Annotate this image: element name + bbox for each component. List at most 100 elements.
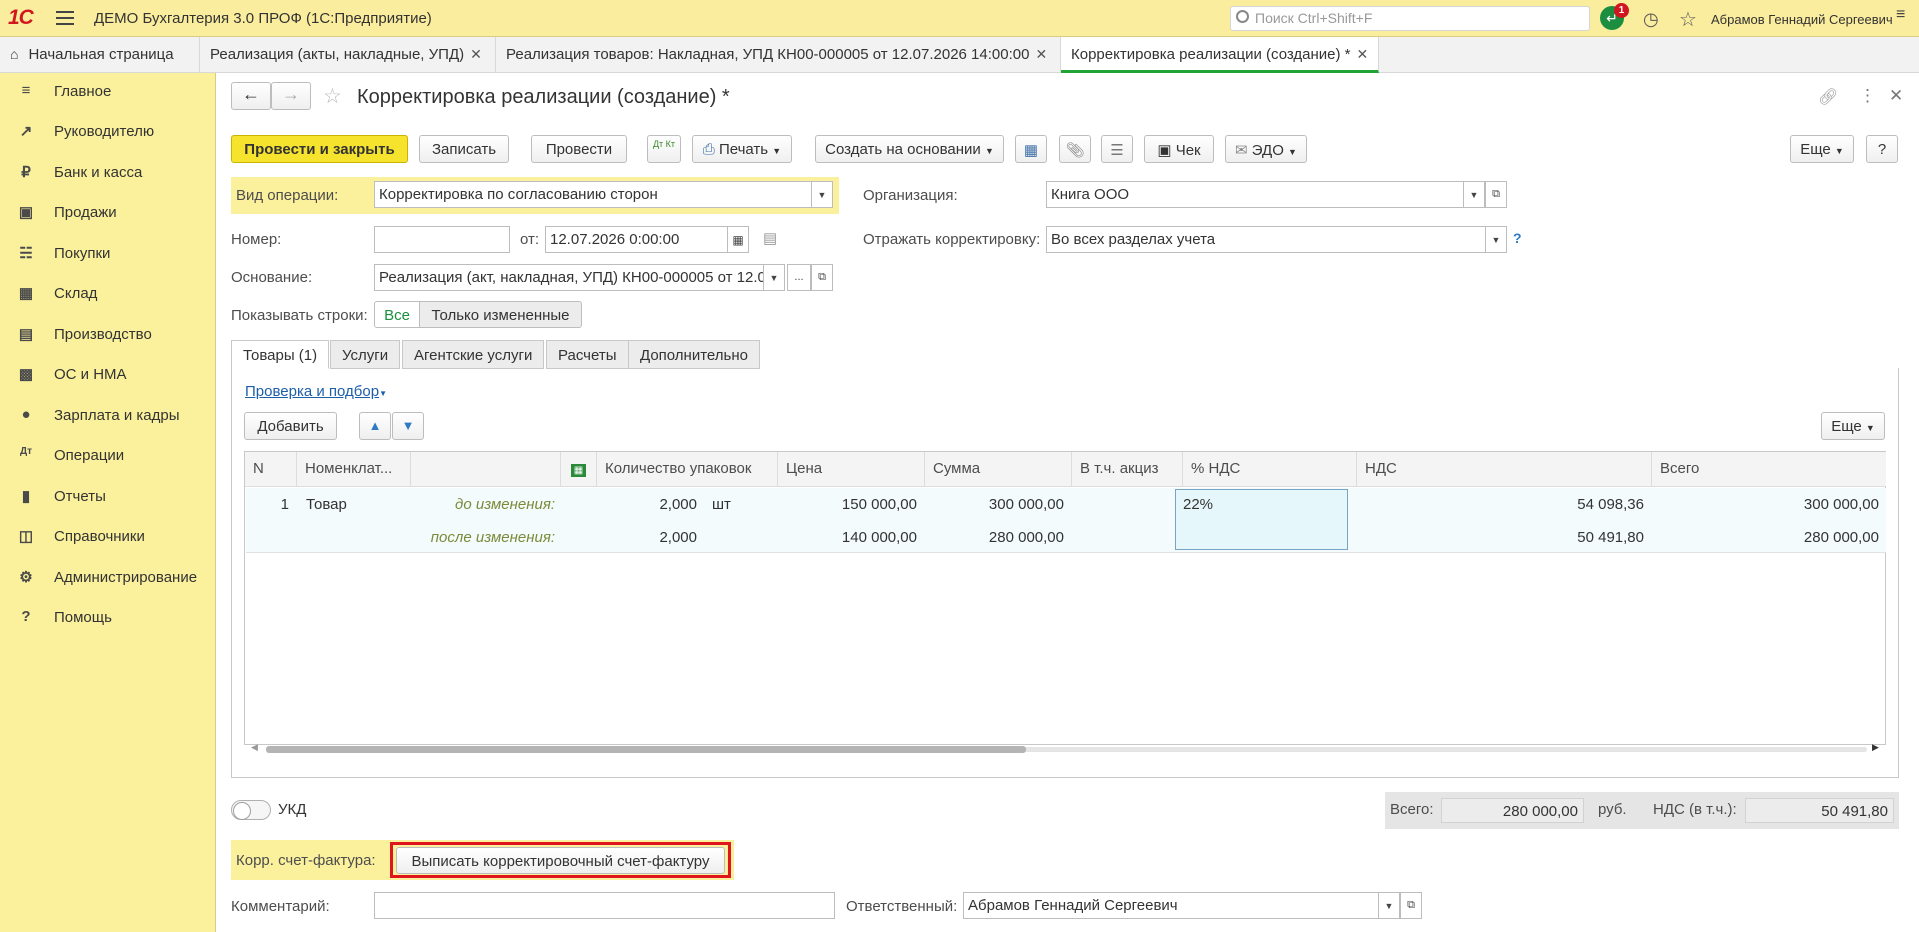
sidebar-item-salary[interactable]: ● Зарплата и кадры	[0, 398, 216, 432]
comment-field[interactable]	[374, 892, 835, 919]
vat-rate-value[interactable]: 22%	[1183, 496, 1213, 513]
column-header-vat[interactable]: НДС	[1357, 452, 1652, 487]
tab-additional[interactable]: Дополнительно	[628, 340, 760, 369]
forward-button[interactable]: →	[271, 82, 311, 110]
sidebar-item-manager[interactable]: ↗ Руководителю	[0, 114, 216, 148]
qty-before[interactable]: 2,000	[597, 496, 697, 513]
scrollbar-thumb[interactable]	[266, 746, 1026, 753]
dt-kt-button[interactable]: Дт Кт	[647, 135, 681, 163]
chevron-down-icon[interactable]: ▼	[1485, 226, 1507, 253]
price-before[interactable]: 150 000,00	[778, 496, 917, 513]
save-button[interactable]: Записать	[419, 135, 509, 163]
main-menu-icon[interactable]	[56, 11, 74, 25]
print-button[interactable]: ⎙ Печать ▼	[692, 135, 792, 163]
more-vertical-icon[interactable]: ⋮	[1859, 86, 1876, 106]
close-icon[interactable]: ✕	[1889, 86, 1903, 106]
sum-before[interactable]: 300 000,00	[925, 496, 1064, 513]
current-user[interactable]: Абрамов Геннадий Сергеевич	[1711, 12, 1893, 27]
favorites-star-icon[interactable]: ☆	[1679, 7, 1697, 32]
check-and-select-link[interactable]: Проверка и подбор▼	[245, 383, 387, 400]
document-list-button[interactable]: ☰	[1101, 135, 1133, 163]
select-ellipsis-button[interactable]: ...	[787, 264, 811, 291]
search-input[interactable]: Поиск Ctrl+Shift+F	[1230, 6, 1590, 31]
column-header-price[interactable]: Цена	[778, 452, 925, 487]
tab-settlements[interactable]: Расчеты	[546, 340, 629, 369]
responsible-field[interactable]: Абрамов Геннадий Сергеевич	[963, 892, 1379, 919]
tab-services[interactable]: Услуги	[330, 340, 401, 369]
scroll-right-icon[interactable]: ▶	[1872, 742, 1879, 753]
sidebar-item-purchases[interactable]: ☵ Покупки	[0, 236, 216, 270]
calendar-icon[interactable]: ▦	[727, 226, 749, 253]
receipt-button[interactable]: ▣ Чек	[1144, 135, 1214, 163]
chevron-down-icon[interactable]: ▼	[763, 264, 785, 291]
sidebar-item-bank[interactable]: ₽ Банк и касса	[0, 155, 216, 189]
column-header-total[interactable]: Всего	[1652, 452, 1886, 487]
help-question-icon[interactable]: ?	[1513, 230, 1522, 246]
grid-more-button[interactable]: Еще ▼	[1821, 412, 1885, 440]
open-icon[interactable]: ⧉	[811, 264, 833, 291]
tab-goods[interactable]: Товары (1)	[231, 340, 330, 369]
tab-sales-document[interactable]: Реализация товаров: Накладная, УПД КН00-…	[496, 37, 1061, 73]
tab-correction[interactable]: Корректировка реализации (создание) * ✕	[1061, 37, 1379, 73]
column-header-item[interactable]: Номенклат...	[297, 452, 411, 487]
number-field[interactable]	[374, 226, 510, 253]
sidebar-item-assets[interactable]: ▩ ОС и НМА	[0, 357, 216, 391]
reflect-correction-field[interactable]: Во всех разделах учета	[1046, 226, 1486, 253]
operation-type-field[interactable]: Корректировка по согласованию сторон	[374, 181, 812, 208]
sidebar-item-warehouse[interactable]: ▦ Склад	[0, 276, 216, 310]
sidebar-item-catalogs[interactable]: ◫ Справочники	[0, 519, 216, 553]
edo-button[interactable]: ✉ ЭДО ▼	[1225, 135, 1307, 163]
column-header-vat-rate[interactable]: % НДС	[1183, 452, 1357, 487]
scroll-left-icon[interactable]: ◀	[251, 742, 258, 753]
comment-note-icon[interactable]: ▤	[763, 229, 777, 247]
sidebar-item-production[interactable]: ▤ Производство	[0, 317, 216, 351]
close-icon[interactable]: ✕	[470, 46, 482, 62]
create-based-on-button[interactable]: Создать на основании ▼	[815, 135, 1004, 163]
ukd-toggle[interactable]	[231, 800, 271, 820]
sidebar-item-operations[interactable]: Дт Операции	[0, 438, 216, 472]
tab-agent-services[interactable]: Агентские услуги	[402, 340, 545, 369]
show-all-toggle[interactable]: Все	[374, 301, 420, 328]
sidebar-item-reports[interactable]: ▮ Отчеты	[0, 479, 216, 513]
show-changed-toggle[interactable]: Только измененные	[419, 301, 582, 328]
sidebar-item-main[interactable]: ≡ Главное	[0, 74, 216, 108]
menu-icon[interactable]: ≡	[1896, 6, 1905, 24]
sum-after[interactable]: 280 000,00	[925, 529, 1064, 546]
post-button[interactable]: Провести	[531, 135, 627, 163]
more-button[interactable]: Еще ▼	[1790, 135, 1854, 163]
organization-field[interactable]: Книга ООО	[1046, 181, 1464, 208]
close-icon[interactable]: ✕	[1035, 46, 1047, 62]
post-and-close-button[interactable]: Провести и закрыть	[231, 135, 408, 163]
favorite-star-icon[interactable]: ☆	[323, 84, 342, 109]
sidebar-item-sales[interactable]: ▣ Продажи	[0, 195, 216, 229]
chevron-down-icon[interactable]: ▼	[811, 181, 833, 208]
vat-before[interactable]: 54 098,36	[1357, 496, 1644, 513]
tab-sales-list[interactable]: Реализация (акты, накладные, УПД) ✕	[200, 37, 496, 73]
column-header-quantity[interactable]: Количество упаковок	[597, 452, 778, 487]
basis-field[interactable]: Реализация (акт, накладная, УПД) КН00-00…	[374, 264, 764, 291]
add-row-button[interactable]: Добавить	[244, 412, 337, 440]
price-after[interactable]: 140 000,00	[778, 529, 917, 546]
create-corrective-invoice-button[interactable]: Выписать корректировочный счет-фактуру	[396, 847, 725, 874]
move-down-button[interactable]: ▼	[392, 412, 424, 440]
history-icon[interactable]: ◷	[1643, 9, 1659, 30]
structure-button[interactable]: ▦	[1015, 135, 1047, 163]
date-field[interactable]: 12.07.2026 0:00:00	[545, 226, 729, 253]
column-header-excise-icon[interactable]: ▦	[561, 452, 597, 487]
sidebar-item-admin[interactable]: ⚙ Администрирование	[0, 560, 216, 594]
back-button[interactable]: ←	[231, 82, 271, 110]
qty-after[interactable]: 2,000	[597, 529, 697, 546]
open-icon[interactable]: ⧉	[1485, 181, 1507, 208]
row-item[interactable]: Товар	[306, 496, 347, 513]
attachments-button[interactable]: 📎︎	[1059, 135, 1091, 163]
vat-after[interactable]: 50 491,80	[1357, 529, 1644, 546]
open-icon[interactable]: ⧉	[1400, 892, 1422, 919]
column-header-sum[interactable]: Сумма	[925, 452, 1072, 487]
column-header-excise[interactable]: В т.ч. акциз	[1072, 452, 1183, 487]
close-icon[interactable]: ✕	[1357, 46, 1369, 62]
sidebar-item-help[interactable]: ? Помощь	[0, 600, 216, 634]
total-before[interactable]: 300 000,00	[1652, 496, 1879, 513]
chevron-down-icon[interactable]: ▼	[1463, 181, 1485, 208]
move-up-button[interactable]: ▲	[359, 412, 391, 440]
total-after[interactable]: 280 000,00	[1652, 529, 1879, 546]
